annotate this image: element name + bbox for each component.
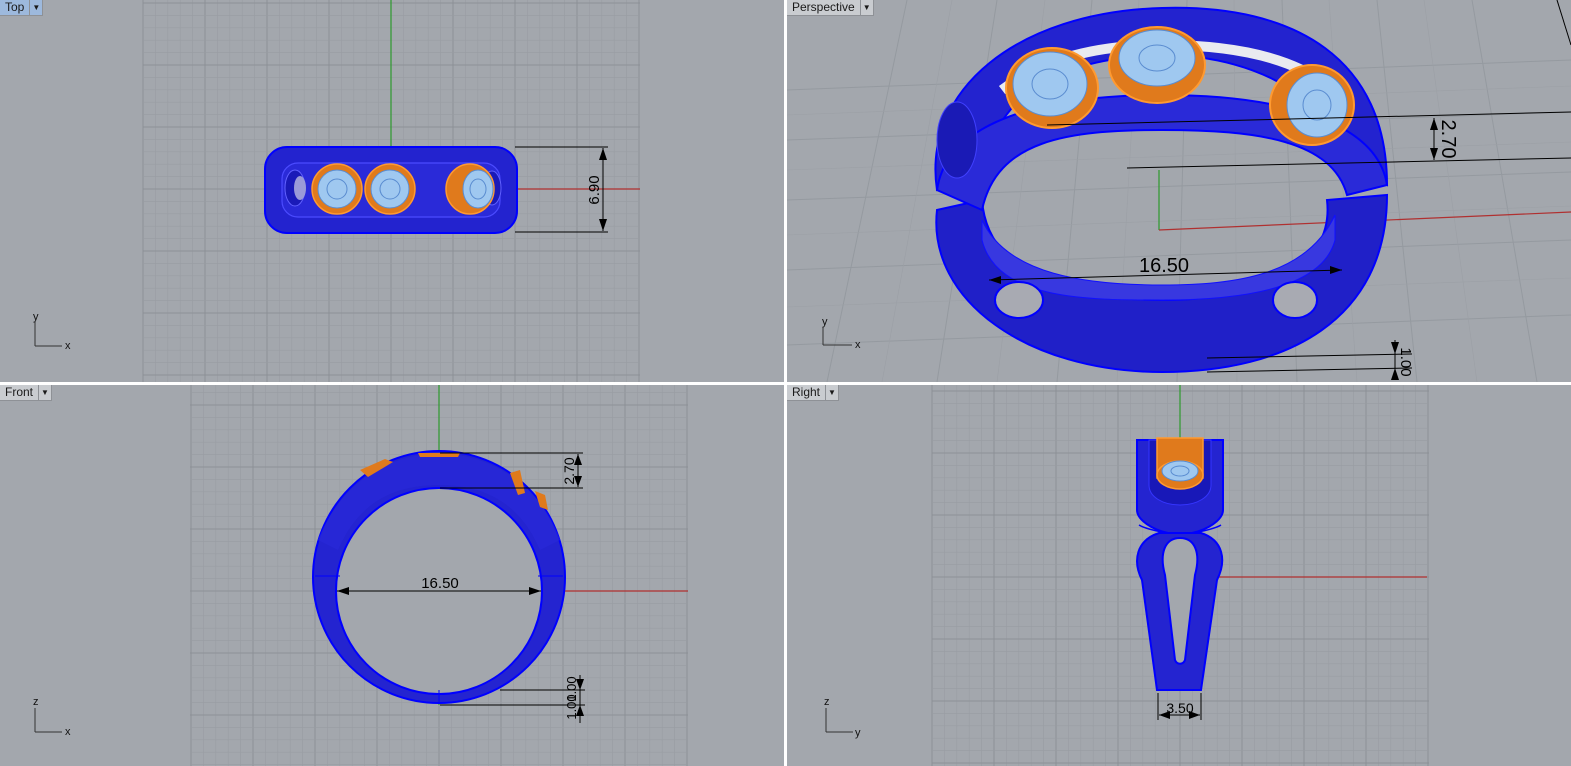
- viewport-tab-perspective[interactable]: Perspective ▼: [787, 0, 874, 16]
- ring-top-view: [264, 146, 518, 234]
- viewport-tab-right[interactable]: Right ▼: [787, 385, 840, 401]
- viewport-top[interactable]: Top ▼ 6.90 y x: [0, 0, 784, 382]
- dimension-label: 2.70: [561, 457, 577, 484]
- dropdown-arrow-icon[interactable]: ▼: [825, 385, 838, 400]
- axis-label-vertical: y: [822, 316, 828, 328]
- viewport-front[interactable]: Front ▼ 16.50 2.70 1.00 1.00 z x: [0, 385, 784, 766]
- axis-label-vertical: z: [824, 696, 830, 708]
- viewport-tab-front[interactable]: Front ▼: [0, 385, 53, 401]
- viewport-title: Perspective: [792, 0, 855, 14]
- viewport-title: Right: [792, 385, 821, 399]
- ring-perspective-view: [934, 6, 1389, 374]
- dimension-label: 6.90: [586, 175, 603, 204]
- axis-label-horizontal: y: [855, 727, 861, 739]
- axis-label-horizontal: x: [65, 340, 71, 352]
- axis-widget-icon: z y: [824, 696, 861, 739]
- dropdown-arrow-icon[interactable]: ▼: [859, 0, 873, 15]
- dimension-label: 16.50: [1139, 255, 1189, 277]
- dimension-label: 1.00: [1397, 347, 1414, 376]
- ring-right-view: [1136, 437, 1224, 691]
- axis-label-horizontal: x: [65, 726, 71, 738]
- viewport-right[interactable]: Right ▼ 3.50 z y: [787, 385, 1571, 766]
- dropdown-arrow-icon[interactable]: ▼: [29, 0, 42, 15]
- viewport-perspective[interactable]: Perspective ▼ 16.50 2.70 1.00 y x: [787, 0, 1571, 382]
- axis-label-horizontal: x: [855, 339, 861, 351]
- dropdown-arrow-icon[interactable]: ▼: [38, 385, 51, 400]
- dimension-label: 3.50: [1166, 700, 1193, 716]
- perspective-canvas: 16.50 2.70 1.00 y x: [787, 0, 1571, 382]
- axis-widget-icon: y x: [822, 316, 861, 351]
- offscreen-dimension-line: [1556, 0, 1571, 46]
- dimension-label: 16.50: [421, 575, 459, 592]
- right-canvas: 3.50 z y: [824, 385, 1429, 766]
- top-canvas: 6.90 y x: [33, 0, 640, 382]
- axis-widget-icon: z x: [33, 696, 71, 738]
- axis-label-vertical: y: [33, 311, 39, 323]
- viewport-title: Top: [5, 0, 25, 14]
- viewport-tab-top[interactable]: Top ▼: [0, 0, 44, 16]
- viewport-title: Front: [5, 385, 34, 399]
- front-canvas: 16.50 2.70 1.00 1.00 z x: [33, 385, 688, 766]
- axis-label-vertical: z: [33, 696, 39, 708]
- dimension-label: 2.70: [1437, 120, 1459, 159]
- axis-widget-icon: y x: [33, 311, 71, 352]
- dimension-label: 1.00: [564, 694, 579, 719]
